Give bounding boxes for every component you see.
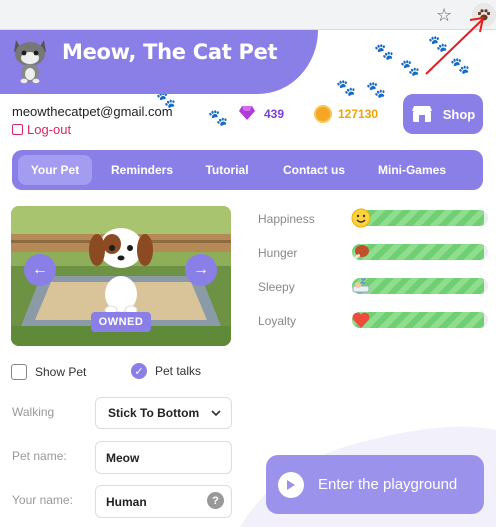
stat-label-happiness: Happiness bbox=[258, 212, 315, 226]
gem-count: 439 bbox=[264, 107, 285, 121]
walking-select[interactable]: Stick To Bottom bbox=[95, 397, 232, 429]
show-pet-checkbox-box[interactable] bbox=[11, 364, 27, 380]
stat-label-hunger: Hunger bbox=[258, 246, 298, 260]
happiness-bar bbox=[352, 210, 488, 226]
cat-logo-icon bbox=[14, 40, 46, 84]
account-email: meowthecatpet@gmail.com bbox=[12, 104, 173, 119]
bookmark-star-icon[interactable]: ☆ bbox=[436, 5, 452, 25]
smile-icon bbox=[350, 207, 372, 229]
pet-name-input[interactable]: Meow bbox=[95, 441, 232, 474]
tab-mini-games[interactable]: Mini-Games bbox=[370, 155, 454, 185]
sleepy-bar bbox=[352, 278, 488, 294]
owned-badge: OWNED bbox=[91, 312, 151, 332]
pet-name-label: Pet name: bbox=[12, 449, 67, 463]
tab-reminders[interactable]: Reminders bbox=[102, 155, 182, 185]
app-title: Meow, The Cat Pet bbox=[62, 40, 278, 64]
previous-pet-button[interactable]: ← bbox=[24, 254, 56, 286]
paw-decoration-icon: 🐾 bbox=[366, 82, 386, 99]
pet-name-value: Meow bbox=[106, 450, 140, 465]
main-nav: Your Pet Reminders Tutorial Contact us M… bbox=[12, 150, 483, 190]
your-name-value: Human bbox=[106, 494, 147, 509]
enter-playground-button[interactable]: Enter the playground bbox=[266, 455, 484, 514]
enter-playground-label: Enter the playground bbox=[318, 476, 458, 493]
bed-icon bbox=[350, 275, 372, 297]
browser-toolbar: ☆ bbox=[0, 0, 496, 30]
coin-count: 127130 bbox=[338, 107, 379, 121]
shop-label: Shop bbox=[442, 106, 476, 122]
logout-link[interactable]: Log-out bbox=[12, 122, 71, 137]
pet-talks-label: Pet talks bbox=[155, 364, 202, 378]
gem-icon bbox=[239, 106, 255, 120]
walking-select-value: Stick To Bottom bbox=[108, 406, 200, 420]
tab-contact-us[interactable]: Contact us bbox=[274, 155, 354, 185]
coin-icon bbox=[314, 105, 332, 123]
your-name-label: Your name: bbox=[12, 493, 73, 507]
stat-label-loyalty: Loyalty bbox=[258, 314, 297, 328]
paw-decoration-icon: 🐾 bbox=[450, 58, 470, 75]
paw-decoration-icon: 🐾 bbox=[208, 110, 228, 127]
show-pet-checkbox[interactable]: Show Pet bbox=[11, 364, 86, 380]
logout-label: Log-out bbox=[27, 122, 72, 137]
meat-icon bbox=[350, 241, 372, 263]
paw-decoration-icon: 🐾 bbox=[428, 36, 448, 53]
paw-decoration-icon: 🐾 bbox=[400, 60, 420, 77]
loyalty-bar bbox=[352, 312, 488, 328]
paw-decoration-icon: 🐾 bbox=[374, 44, 394, 61]
walking-label: Walking bbox=[12, 405, 55, 419]
pet-talks-checkbox[interactable]: ✓ Pet talks bbox=[131, 363, 201, 379]
chevron-down-icon bbox=[211, 410, 221, 416]
storefront-icon bbox=[411, 106, 432, 122]
tab-tutorial[interactable]: Tutorial bbox=[196, 155, 258, 185]
pet-talks-checkbox-box[interactable]: ✓ bbox=[131, 363, 147, 379]
heart-icon bbox=[350, 309, 372, 331]
shop-button[interactable]: Shop bbox=[403, 94, 483, 134]
show-pet-label: Show Pet bbox=[35, 365, 87, 379]
help-icon[interactable]: ? bbox=[207, 492, 224, 509]
next-pet-button[interactable]: → bbox=[185, 254, 217, 286]
paw-extension-icon[interactable] bbox=[472, 3, 496, 27]
tab-your-pet[interactable]: Your Pet bbox=[18, 155, 92, 185]
hunger-bar bbox=[352, 244, 488, 260]
paw-decoration-icon: 🐾 bbox=[336, 80, 356, 97]
play-icon bbox=[278, 471, 304, 498]
logout-icon bbox=[12, 124, 23, 135]
stat-label-sleepy: Sleepy bbox=[258, 280, 295, 294]
